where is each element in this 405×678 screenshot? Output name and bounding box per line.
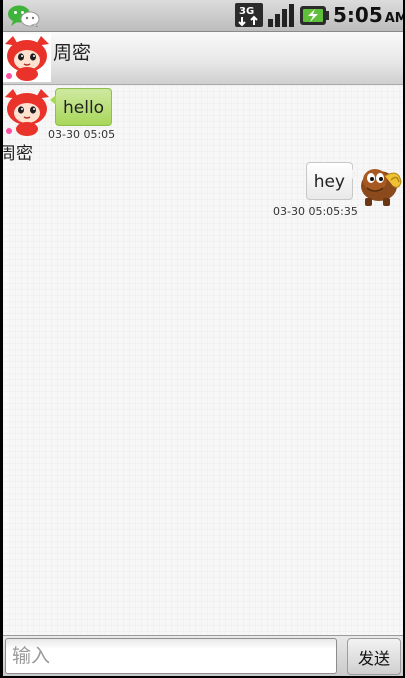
status-bar: 3G 5:05 AM [3,0,403,32]
sender-avatar[interactable] [3,87,51,137]
clock-ampm: AM [384,11,403,26]
chat-header: 周密 [3,32,403,85]
clock-time: 5:05 [333,3,383,27]
sent-message-time: 03-30 05:05:35 [273,205,358,218]
received-message-time: 03-30 05:05 [48,128,116,141]
composer-bar: 发送 [3,635,403,676]
app-frame: 3G 5:05 AM 周密 hello 03-30 05:05 周密 hey 0… [3,0,403,676]
received-message-bubble[interactable]: hello [49,88,113,126]
message-list[interactable]: hello 03-30 05:05 周密 hey 03-30 05:05:35 [3,85,403,635]
contact-avatar[interactable] [3,34,51,82]
message-input[interactable] [5,638,337,674]
my-avatar[interactable] [355,158,403,208]
send-button[interactable]: 发送 [347,638,401,675]
sender-name: 周密 [3,144,33,164]
status-clock: 5:05 AM [333,3,403,28]
network-3g-icon: 3G [235,3,263,27]
wechat-notification-icon [8,5,40,28]
network-type-label: 3G [239,6,254,17]
signal-strength-icon [268,4,294,27]
sent-message-bubble[interactable]: hey [305,162,359,200]
battery-charging-icon [300,6,329,25]
contact-name-title: 周密 [53,42,92,64]
